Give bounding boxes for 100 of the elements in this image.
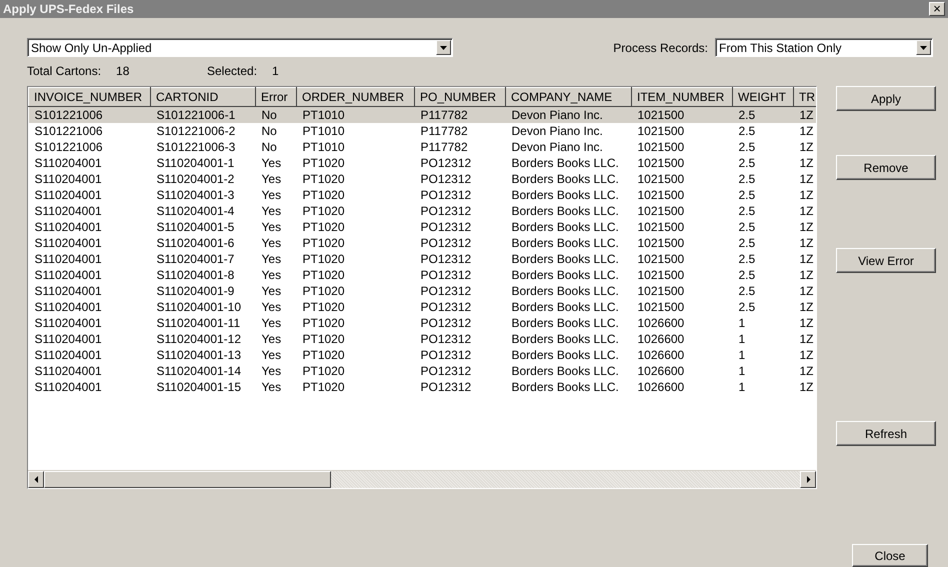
table-cell-text: PT1010 <box>302 139 346 155</box>
table-cell: 1Z <box>794 123 816 139</box>
table-cell-text: S110204001 <box>34 155 103 171</box>
table-cell-text: S110204001-4 <box>156 203 236 219</box>
table-cell-text: S110204001-3 <box>156 187 236 203</box>
table-cell-text: PT1020 <box>302 283 346 299</box>
column-header[interactable]: ORDER_NUMBER <box>296 88 414 106</box>
table-cell-text: PO12312 <box>420 315 472 331</box>
table-cell-text: 1021500 <box>636 203 686 219</box>
table-cell-text: PO12312 <box>420 331 472 347</box>
close-button[interactable]: × <box>929 2 945 16</box>
table-cell-text: S110204001 <box>34 251 103 267</box>
table-cell-text: S101221006 <box>34 139 104 155</box>
action-button[interactable]: Remove <box>836 155 936 180</box>
column-header[interactable]: INVOICE_NUMBER <box>28 88 150 106</box>
table-cell-text: 1026600 <box>636 347 686 363</box>
table-cell-text: 1021500 <box>636 219 686 235</box>
table-cell-text: 1021500 <box>636 267 686 283</box>
table-cell-text: 1021500 <box>636 171 686 187</box>
table-cell-text: 2.5 <box>738 299 756 315</box>
left-arrow-icon <box>32 476 40 483</box>
column-header[interactable]: ITEM_NUMBER <box>632 88 732 106</box>
table-cell-text: 1021500 <box>636 155 686 171</box>
table-cell-text: 1021500 <box>636 235 686 251</box>
action-button[interactable]: View Error <box>836 248 936 273</box>
table-cell-text: 1026600 <box>636 331 686 347</box>
table-cell-text: 1Z <box>798 347 815 363</box>
column-header[interactable]: COMPANY_NAME <box>506 88 632 106</box>
table-cell-text: 2.5 <box>738 283 756 299</box>
table-cell: Devon Piano Inc. <box>506 106 632 123</box>
table-cell-text: PO12312 <box>420 203 472 219</box>
table-cell-text: S110204001-9 <box>156 283 236 299</box>
table-cell-text: Yes <box>260 155 282 171</box>
caret-icon <box>920 44 927 51</box>
table-cell-text: PT1020 <box>302 331 346 347</box>
table-cell-text: S110204001-12 <box>156 331 242 347</box>
column-header[interactable]: WEIGHT <box>732 88 794 106</box>
table-cell-text: 1Z <box>798 299 815 315</box>
table-cell: S101221006 <box>28 106 150 123</box>
table-cell: S101221006 <box>28 123 150 139</box>
table-cell-text: PT1020 <box>302 347 346 363</box>
total-value: 18 <box>116 64 130 78</box>
table-cell-text: Borders Books LLC. <box>510 203 620 219</box>
table-cell-text: S110204001 <box>34 315 103 331</box>
table-cell-text: PT1020 <box>302 203 346 219</box>
close-dialog-button[interactable]: Close <box>852 544 928 567</box>
column-header[interactable]: CARTONID <box>150 88 256 106</box>
table-cell-text: Borders Books LLC. <box>510 347 620 363</box>
table-cell-text: S110204001-8 <box>156 267 236 283</box>
table-cell-text: P117782 <box>420 139 469 155</box>
table-cell-text: S110204001 <box>34 331 103 347</box>
table-cell-text: 2.5 <box>738 203 756 219</box>
table-cell-text: 1Z <box>798 283 815 299</box>
column-header[interactable]: TR <box>794 88 816 106</box>
table-cell-text: 1Z <box>798 379 815 395</box>
column-header[interactable]: PO_NUMBER <box>414 88 506 106</box>
table-cell-text: Devon Piano Inc. <box>510 139 604 155</box>
table-cell: 1Z <box>794 106 816 123</box>
action-button[interactable]: Apply <box>836 86 936 111</box>
table-cell-text: Yes <box>260 347 282 363</box>
table-cell-text: S110204001 <box>34 235 103 251</box>
table-cell: 2.5 <box>732 123 794 139</box>
table-cell: P117782 <box>414 123 506 139</box>
filter-dropdown[interactable]: Show Only Un-Applied <box>27 38 453 57</box>
table-cell-text: Yes <box>260 203 282 219</box>
table-cell-text: 1Z <box>798 315 815 331</box>
table-row[interactable]: S101221006 S101221006-1 No PT1010 P117782 Devon Piano Inc. 1021500 2.5 1Z <box>28 106 816 123</box>
table-cell-text: Borders Books LLC. <box>510 299 620 315</box>
action-button[interactable]: Refresh <box>836 421 936 446</box>
table-cell-text: PO12312 <box>420 379 472 395</box>
table-cell-text: 1Z <box>798 187 815 203</box>
table-cell-text: PO12312 <box>420 283 472 299</box>
table-cell-text: 2.5 <box>738 187 756 203</box>
table-cell-text: Borders Books LLC. <box>510 283 620 299</box>
table-cell-text: Borders Books LLC. <box>510 331 620 347</box>
table-cell-text: PT1020 <box>302 171 346 187</box>
table-cell-text: 1Z <box>798 267 815 283</box>
table-cell: 1021500 <box>632 106 732 123</box>
total-value: 1 <box>272 64 279 78</box>
table-cell-text: 2.5 <box>738 139 756 155</box>
table-cell-text: Yes <box>260 251 282 267</box>
horizontal-scrollbar[interactable] <box>28 470 816 488</box>
column-header[interactable]: Error <box>256 88 296 106</box>
table-cell-text: 2.5 <box>738 219 756 235</box>
window-title: Apply UPS-Fedex Files <box>3 2 134 16</box>
table-cell-text: Borders Books LLC. <box>510 379 620 395</box>
table-cell-text: S110204001-14 <box>156 363 242 379</box>
table-cell-text: PT1020 <box>302 379 346 395</box>
table-cell-text: PO12312 <box>420 155 472 171</box>
total-label: Total Cartons: <box>27 64 102 78</box>
table-cell-text: S110204001-5 <box>156 219 236 235</box>
table-cell-text: S110204001-11 <box>156 315 242 331</box>
right-arrow-icon <box>804 476 812 483</box>
table-cell-text: S110204001-13 <box>156 347 242 363</box>
process-records-dropdown[interactable]: From This Station Only <box>715 38 933 57</box>
table-cell-text: 1Z <box>798 139 815 155</box>
table-cell-text: 1026600 <box>636 363 686 379</box>
scrollbar-thumb[interactable] <box>44 471 331 488</box>
table-cell-text: 1 <box>738 347 746 363</box>
total-label: Selected: <box>207 64 258 78</box>
